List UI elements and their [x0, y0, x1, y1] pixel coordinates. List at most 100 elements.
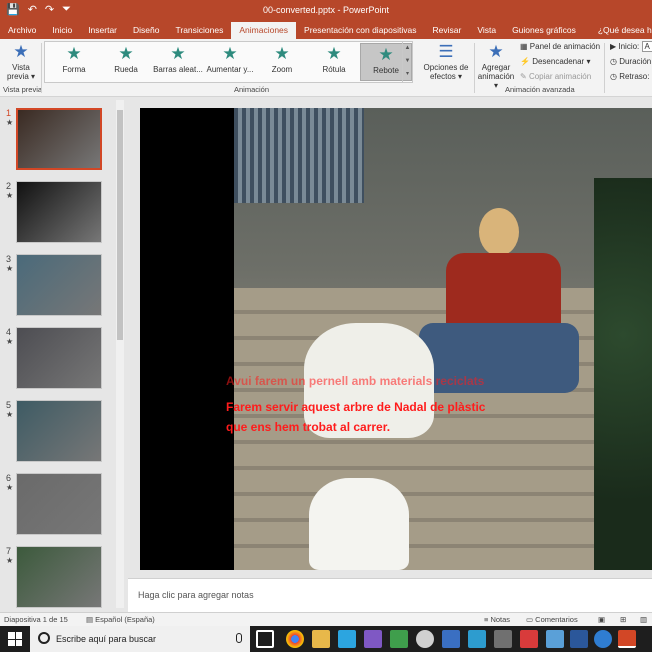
gallery-scroll[interactable]: ▲ ▼ ▾ — [402, 42, 412, 82]
chrome-icon[interactable] — [286, 630, 304, 648]
windows-start-icon[interactable] — [8, 632, 22, 646]
animation-forma[interactable]: ★ Forma — [48, 43, 100, 81]
slide-text-line2: Farem servir aquest arbre de Nadal de pl… — [226, 400, 486, 414]
ribbon-tabs: Archivo Inicio Insertar Diseño Transiciones A… — [0, 22, 652, 39]
add-animation-button[interactable]: ★ Agregar animación ▾ — [476, 41, 516, 90]
app-icon[interactable] — [520, 630, 538, 648]
divider — [41, 43, 42, 93]
file-explorer-icon[interactable] — [312, 630, 330, 648]
tab-transiciones[interactable]: Transiciones — [167, 22, 231, 39]
start-timing[interactable]: ▶ Inicio: A — [610, 41, 652, 52]
effect-options-icon: ☰ — [438, 42, 454, 61]
slide-text-line3: que ens hem trobat al carrer. — [226, 420, 391, 434]
tab-diseño[interactable]: Diseño — [125, 22, 167, 39]
railing — [234, 108, 364, 203]
slide-number: 6 — [6, 473, 12, 483]
title-bar: 💾 ↶ ↷ ⏷ 00-converted.pptx - PowerPoint — [0, 0, 652, 22]
animation-aumentar-y[interactable]: ★ Aumentar y... — [204, 43, 256, 81]
notes-pane[interactable]: Haga clic para agregar notas — [128, 578, 652, 612]
edge-icon[interactable] — [594, 630, 612, 648]
slide-canvas[interactable]: Avui farem un pernell amb materials reci… — [140, 108, 652, 570]
star-icon: ★ — [13, 42, 29, 61]
slide-thumbnail[interactable] — [16, 108, 102, 170]
add-animation-icon: ★ — [488, 42, 504, 61]
app-icon[interactable] — [494, 630, 512, 648]
tab-archivo[interactable]: Archivo — [0, 22, 44, 39]
language-indicator[interactable]: ▤ Español (España) — [86, 615, 155, 624]
app-icon[interactable] — [468, 630, 486, 648]
search-icon — [38, 632, 50, 644]
divider — [604, 43, 605, 93]
slide-counter: Diapositiva 1 de 15 — [4, 615, 68, 624]
normal-view-icon[interactable]: ▣ — [598, 615, 605, 624]
group-label-advanced: Animación avanzada — [505, 85, 575, 94]
app-icon[interactable] — [442, 630, 460, 648]
tab-vista[interactable]: Vista — [469, 22, 504, 39]
reading-view-icon[interactable]: ▥ — [640, 615, 647, 624]
star-icon: ★ — [222, 44, 238, 63]
copy-animation-button[interactable]: ✎ Copiar animación — [520, 72, 591, 81]
ribbon: ★ Vista previa ▾ Vista previa ★ Rebote ★ Ró… — [0, 39, 652, 97]
preview-button[interactable]: ★ Vista previa ▾ — [4, 41, 38, 81]
tab-animaciones[interactable]: Animaciones — [231, 22, 297, 39]
tab-presentación-con-diapositivas[interactable]: Presentación con diapositivas — [296, 22, 424, 39]
animation-star-icon: ★ — [6, 337, 14, 346]
animation-star-icon: ★ — [6, 264, 14, 273]
slide-thumbnail[interactable] — [16, 546, 102, 608]
tab-inicio[interactable]: Inicio — [44, 22, 80, 39]
tab-tell-me[interactable]: ¿Qué desea hacer? — [590, 22, 652, 39]
animation-star-icon: ★ — [6, 410, 14, 419]
plastic-bag — [309, 478, 409, 570]
animation-rótula[interactable]: ★ Rótula — [308, 43, 360, 81]
animation-zoom[interactable]: ★ Zoom — [256, 43, 308, 81]
animation-barras-aleat[interactable]: ★ Barras aleat... — [152, 43, 204, 81]
microphone-icon[interactable] — [236, 633, 242, 643]
star-icon: ★ — [66, 44, 82, 63]
tab-guiones-gráficos[interactable]: Guiones gráficos — [504, 22, 584, 39]
app-icon[interactable] — [390, 630, 408, 648]
group-label-animation: Animación — [234, 85, 270, 94]
tab-revisar[interactable]: Revisar — [425, 22, 470, 39]
slide-thumbnail[interactable] — [16, 254, 102, 316]
star-icon: ★ — [170, 44, 186, 63]
comments-toggle[interactable]: ▭ Comentarios — [526, 615, 578, 624]
app-icon[interactable] — [546, 630, 564, 648]
slide-number: 4 — [6, 327, 12, 337]
slide-text-line1: Avui farem un pernell amb materials reci… — [226, 374, 485, 388]
slide-thumbnail[interactable] — [16, 400, 102, 462]
word-icon[interactable] — [570, 630, 588, 648]
tab-insertar[interactable]: Insertar — [80, 22, 125, 39]
slide-sorter-icon[interactable]: ⊞ — [620, 615, 626, 624]
slide-number: 1 — [6, 108, 12, 118]
star-icon: ★ — [118, 44, 134, 63]
notes-placeholder: Haga clic para agregar notas — [138, 590, 254, 600]
slide-number: 5 — [6, 400, 12, 410]
telegram-icon[interactable] — [338, 630, 356, 648]
star-icon: ★ — [274, 44, 290, 63]
effect-options-button[interactable]: ☰ Opciones de efectos ▾ — [421, 41, 471, 81]
slide-number: 2 — [6, 181, 12, 191]
clock-icon[interactable] — [416, 630, 434, 648]
boy-head — [479, 208, 519, 256]
powerpoint-icon[interactable] — [618, 630, 636, 648]
duration-field[interactable]: ◷ Duración — [610, 57, 651, 66]
visual-studio-icon[interactable] — [364, 630, 382, 648]
slide-thumbnail[interactable] — [16, 473, 102, 535]
christmas-tree — [594, 178, 652, 570]
scrollbar-thumb[interactable] — [117, 110, 123, 340]
thumbnails-scrollbar[interactable] — [116, 100, 124, 608]
trigger-button[interactable]: ⚡ Desencadenar ▾ — [520, 57, 590, 66]
slide-thumbnail[interactable] — [16, 181, 102, 243]
animation-panel-button[interactable]: ▦ Panel de animación — [520, 42, 600, 51]
animation-star-icon: ★ — [6, 556, 14, 565]
slide-thumbnails-panel: 1 ★ 2 ★ 3 ★ 4 ★ 5 ★ 6 ★ 7 ★ — [0, 97, 128, 612]
taskbar-search[interactable]: Escribe aquí para buscar — [30, 626, 250, 652]
animation-star-icon: ★ — [6, 118, 14, 127]
delay-field[interactable]: ◷ Retraso: — [610, 72, 649, 81]
task-view-icon[interactable] — [256, 630, 274, 648]
notes-toggle[interactable]: ≡ Notas — [484, 615, 510, 624]
group-label-preview: Vista previa — [3, 85, 43, 94]
animation-rueda[interactable]: ★ Rueda — [100, 43, 152, 81]
animation-star-icon: ★ — [6, 191, 14, 200]
slide-thumbnail[interactable] — [16, 327, 102, 389]
